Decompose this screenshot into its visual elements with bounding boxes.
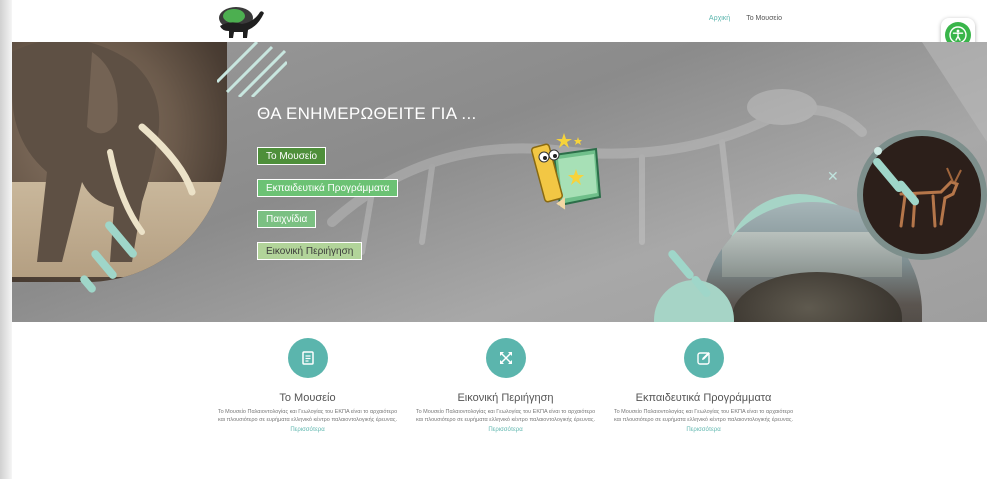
document-icon[interactable]	[287, 338, 328, 378]
dinosaur-logo-icon	[219, 7, 264, 38]
feature-title: Εικονική Περιήγηση	[457, 392, 554, 404]
feature-card-museum: Το Μουσείο Το Μουσείο Παλαιοντολογίας κα…	[210, 338, 405, 433]
feature-title: Το Μουσείο	[279, 392, 336, 404]
feature-title: Εκπαιδευτικά Προγράμματα	[635, 392, 772, 404]
main-nav: Αρχική Το Μουσείο	[709, 15, 782, 22]
feature-description: Το Μουσείο Παλαιοντολογίας και Γεωλογίας…	[415, 409, 596, 423]
expand-icon[interactable]	[485, 338, 526, 378]
hero-button-virtual-tour[interactable]: Εικονική Περιήγηση	[257, 242, 363, 260]
museum-logo[interactable]	[212, 4, 264, 40]
pencil-book-mascot-icon	[530, 133, 602, 210]
hero-button-museum[interactable]: Το Μουσείο	[257, 147, 327, 165]
feature-description: Το Μουσείο Παλαιοντολογίας και Γεωλογίας…	[217, 409, 398, 423]
decoration-cross-icon: ✕	[827, 168, 839, 184]
features-section: Το Μουσείο Το Μουσείο Παλαιοντολογίας κα…	[12, 322, 987, 479]
nav-home[interactable]: Αρχική	[709, 15, 730, 22]
hero-button-educational-programs[interactable]: Εκπαιδευτικά Προγράμματα	[257, 179, 399, 197]
site-header: Αρχική Το Μουσείο	[12, 0, 987, 52]
feature-card-educational-programs: Εκπαιδευτικά Προγράμματα Το Μουσείο Παλα…	[606, 338, 801, 433]
feature-card-virtual-tour: Εικονική Περιήγηση Το Μουσείο Παλαιοντολ…	[408, 338, 603, 433]
elephant-photo	[12, 42, 227, 282]
feature-more-link[interactable]: Περισσότερα	[210, 427, 405, 433]
stripe-pattern-decoration	[217, 42, 287, 97]
hero-banner: ΘΑ ΕΝΗΜΕΡΩΘΕΙΤΕ ΓΙΑ ... Το Μουσείο Εκπαι…	[12, 42, 987, 322]
edit-icon[interactable]	[683, 338, 724, 378]
hero-button-games[interactable]: Παιχνίδια	[257, 210, 317, 228]
hero-title: ΘΑ ΕΝΗΜΕΡΩΘΕΙΤΕ ΓΙΑ ...	[257, 104, 477, 123]
feature-more-link[interactable]: Περισσότερα	[606, 427, 801, 433]
nav-museum[interactable]: Το Μουσείο	[746, 15, 782, 22]
decoration-shape	[922, 42, 987, 142]
page: Αρχική Το Μουσείο ΘΑ ΕΝΗΜΕΡΩΘΕΙΤΕ ΓΙΑ ..…	[0, 0, 994, 479]
feature-more-link[interactable]: Περισσότερα	[408, 427, 603, 433]
feature-description: Το Μουσείο Παλαιοντολογίας και Γεωλογίας…	[613, 409, 794, 423]
decoration-dot	[874, 147, 882, 155]
window-edge	[0, 0, 12, 479]
